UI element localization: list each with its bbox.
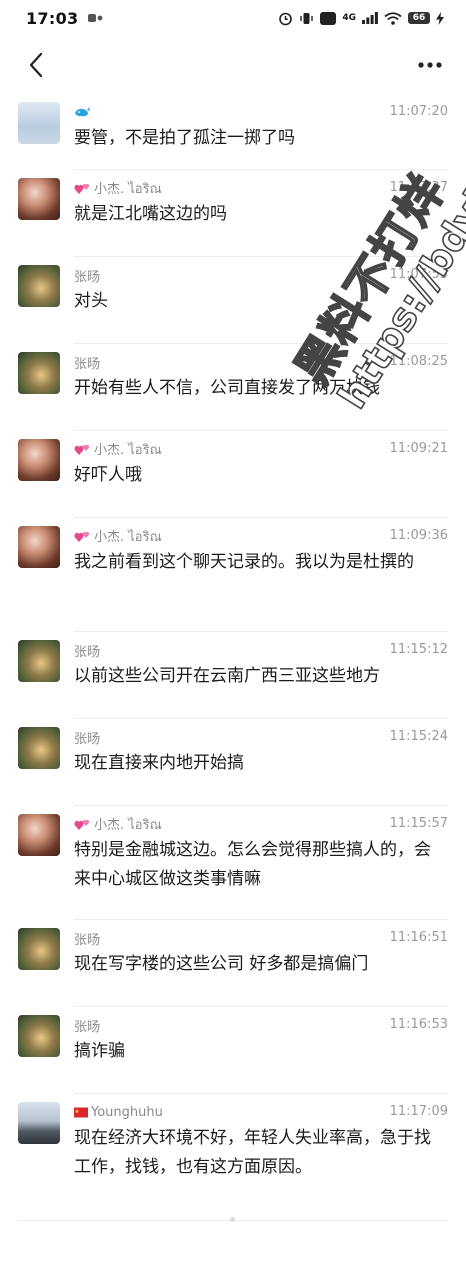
hearts-icon (74, 443, 91, 456)
message-item[interactable]: 张旸 11:08:25 开始有些人不信，公司直接发了两万块钱 (0, 344, 466, 431)
status-right: 4G 66 (278, 11, 444, 26)
message-body: 小杰. ไอริณ 11:07:37 就是江北嘴这边的吗 (74, 170, 448, 257)
message-time: 11:07:37 (389, 180, 448, 195)
message-text: 要管，不是拍了孤注一掷了吗 (74, 128, 295, 148)
charging-icon (436, 11, 444, 25)
message-item[interactable]: 小杰. ไอริณ 11:15:57 特别是金融城这边。怎么会觉得那些搞人的，会… (0, 806, 466, 920)
message-body: 张旸 11:07:55 对头 (74, 257, 448, 344)
message-text: 现在直接来内地开始搞 (74, 753, 244, 773)
message-time: 11:16:51 (389, 930, 448, 945)
sender-name[interactable]: Younghuhu (91, 1105, 163, 1120)
message-body: 张旸 11:15:12 以前这些公司开在云南广西三亚这些地方 (74, 632, 448, 719)
message-body: 小杰. ไอริณ 11:09:36 我之前看到这个聊天记录的。我以为是杜撰的 (74, 518, 448, 632)
message-time: 11:16:53 (389, 1017, 448, 1032)
back-button[interactable] (16, 45, 56, 85)
hearts-icon (74, 530, 91, 543)
signal-icon (362, 12, 378, 24)
message-text: 以前这些公司开在云南广西三亚这些地方 (74, 666, 380, 686)
message-text: 就是江北嘴这边的吗 (74, 204, 227, 224)
avatar[interactable] (18, 526, 60, 568)
sender-name[interactable]: 张旸 (74, 929, 100, 948)
message-time: 11:15:24 (389, 729, 448, 744)
more-horizontal-icon (418, 62, 442, 68)
message-item[interactable]: 张旸 11:16:53 搞诈骗 (0, 1007, 466, 1094)
chevron-left-icon (29, 52, 43, 78)
message-text: 现在经济大环境不好，年轻人失业率高，急于找工作，找钱，也有这方面原因。 (74, 1128, 431, 1177)
message-body: 张旸 11:08:25 开始有些人不信，公司直接发了两万块钱 (74, 344, 448, 431)
battery-level: 66 (408, 12, 430, 24)
avatar[interactable] (18, 640, 60, 682)
message-body: 张旸 11:15:24 现在直接来内地开始搞 (74, 719, 448, 806)
message-item[interactable]: 张旸 11:16:51 现在写字楼的这些公司 好多都是搞偏门 (0, 920, 466, 1007)
message-text: 好吓人哦 (74, 465, 142, 485)
notification-dots-icon (88, 13, 104, 23)
sender-name[interactable]: 小杰. ไอริณ (94, 526, 162, 547)
avatar[interactable] (18, 352, 60, 394)
avatar[interactable] (18, 1015, 60, 1057)
network-type: 4G (342, 13, 356, 23)
message-item[interactable]: 张旸 11:15:12 以前这些公司开在云南广西三亚这些地方 (0, 632, 466, 719)
avatar[interactable] (18, 265, 60, 307)
message-text: 对头 (74, 291, 108, 311)
message-time: 11:15:12 (389, 642, 448, 657)
hearts-icon (74, 182, 91, 195)
sender-name[interactable]: 小杰. ไอริณ (94, 178, 162, 199)
message-item[interactable]: 11:07:20 要管，不是拍了孤注一掷了吗 (0, 94, 466, 170)
more-button[interactable] (410, 45, 450, 85)
message-item[interactable]: 张旸 11:15:24 现在直接来内地开始搞 (0, 719, 466, 806)
status-left: 17:03 (26, 9, 104, 28)
message-item[interactable]: 小杰. ไอริณ 11:09:36 我之前看到这个聊天记录的。我以为是杜撰的 (0, 518, 466, 632)
avatar[interactable] (18, 439, 60, 481)
avatar[interactable] (18, 102, 60, 144)
message-time: 11:17:09 (389, 1104, 448, 1119)
avatar[interactable] (18, 727, 60, 769)
hearts-icon (74, 818, 91, 831)
message-body: Younghuhu 11:17:09 现在经济大环境不好，年轻人失业率高，急于找… (74, 1094, 448, 1214)
message-body: 张旸 11:16:53 搞诈骗 (74, 1007, 448, 1094)
message-time: 11:07:55 (389, 267, 448, 282)
message-time: 11:09:36 (389, 528, 448, 543)
sender-name[interactable]: 张旸 (74, 266, 100, 285)
message-text: 现在写字楼的这些公司 好多都是搞偏门 (74, 954, 369, 974)
message-time: 11:09:21 (389, 441, 448, 456)
wifi-icon (384, 11, 402, 25)
message-text: 开始有些人不信，公司直接发了两万块钱 (74, 378, 380, 398)
whale-icon (74, 106, 90, 118)
message-body: 小杰. ไอริณ 11:15:57 特别是金融城这边。怎么会觉得那些搞人的，会… (74, 806, 448, 920)
sender-name[interactable]: 小杰. ไอริณ (94, 439, 162, 460)
message-body: 11:07:20 要管，不是拍了孤注一掷了吗 (74, 94, 448, 170)
avatar[interactable] (18, 814, 60, 856)
message-text: 搞诈骗 (74, 1041, 125, 1061)
nav-bar (0, 36, 466, 94)
sender-name[interactable]: 张旸 (74, 353, 100, 372)
message-item[interactable]: 张旸 11:07:55 对头 (0, 257, 466, 344)
message-item[interactable]: Younghuhu 11:17:09 现在经济大环境不好，年轻人失业率高，急于找… (0, 1094, 466, 1214)
message-body: 张旸 11:16:51 现在写字楼的这些公司 好多都是搞偏门 (74, 920, 448, 1007)
message-item[interactable]: 小杰. ไอริณ 11:07:37 就是江北嘴这边的吗 (0, 170, 466, 257)
alarm-icon (278, 11, 293, 26)
message-time: 11:07:20 (389, 104, 448, 119)
status-time: 17:03 (26, 8, 79, 28)
message-time: 11:15:57 (389, 816, 448, 831)
message-item[interactable]: 小杰. ไอริณ 11:09:21 好吓人哦 (0, 431, 466, 518)
vibrate-icon (299, 11, 314, 26)
sender-name[interactable]: 张旸 (74, 641, 100, 660)
message-text: 我之前看到这个聊天记录的。我以为是杜撰的 (74, 552, 414, 572)
flag-icon (74, 1107, 88, 1118)
message-list[interactable]: 11:07:20 要管，不是拍了孤注一掷了吗 小杰. ไอริณ 11:07:3… (0, 94, 466, 1214)
avatar[interactable] (18, 928, 60, 970)
message-time: 11:08:25 (389, 354, 448, 369)
message-body: 小杰. ไอริณ 11:09:21 好吓人哦 (74, 431, 448, 518)
sender-name[interactable]: 张旸 (74, 728, 100, 747)
sender-name[interactable]: 张旸 (74, 1016, 100, 1035)
avatar[interactable] (18, 1102, 60, 1144)
hd-icon (320, 11, 337, 25)
message-text: 特别是金融城这边。怎么会觉得那些搞人的，会来中心城区做这类事情嘛 (74, 840, 431, 889)
scroll-indicator (230, 1217, 235, 1222)
avatar[interactable] (18, 178, 60, 220)
sender-name[interactable]: 小杰. ไอริณ (94, 814, 162, 835)
status-bar: 17:03 4G 66 (0, 0, 466, 36)
